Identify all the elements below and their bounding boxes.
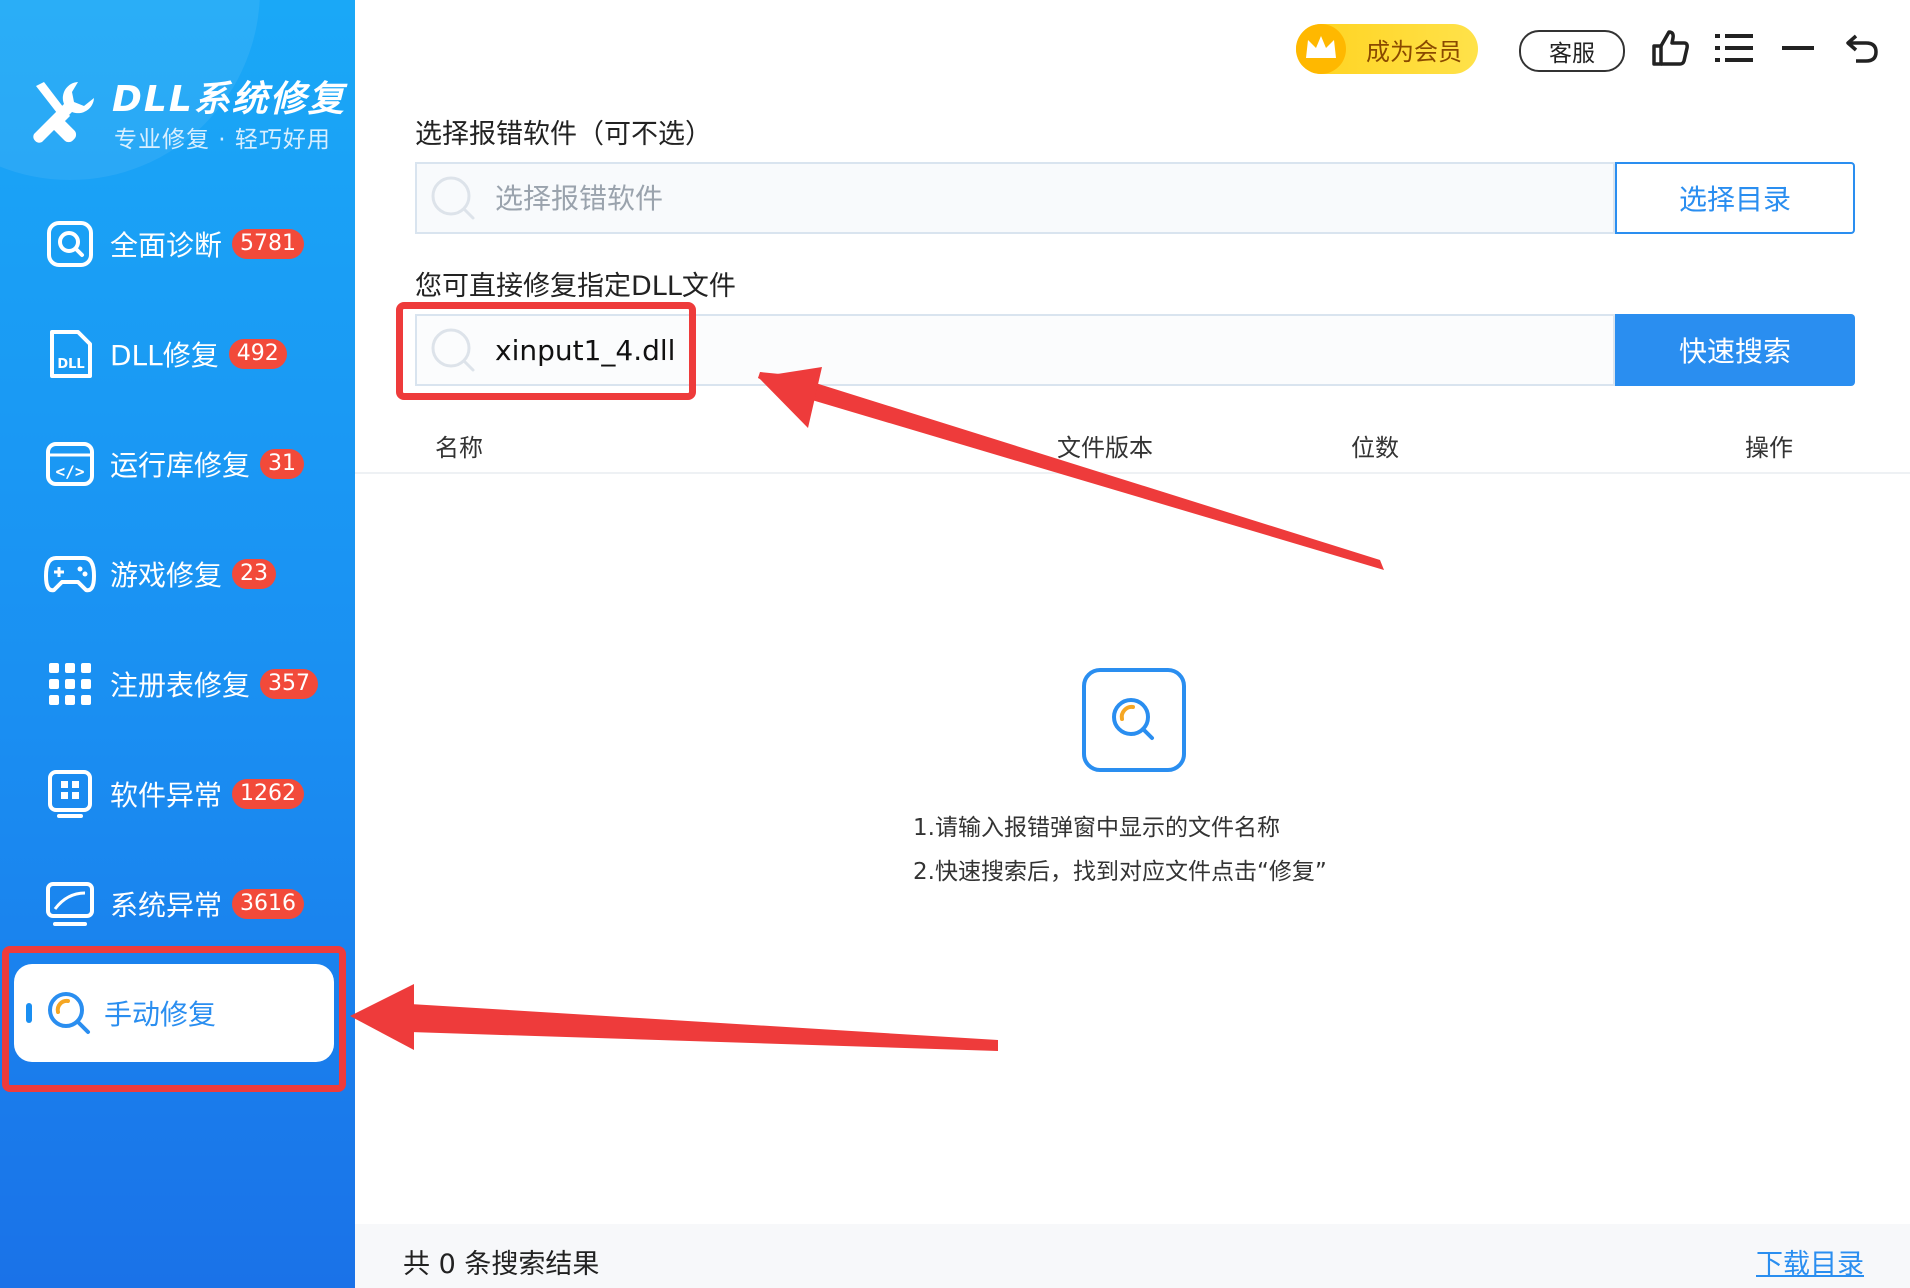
annotation-highlight-sidebar xyxy=(2,946,346,1092)
quick-search-button[interactable]: 快速搜索 xyxy=(1615,314,1855,386)
sidebar-item-full-diagnosis[interactable]: 全面诊断 5781 xyxy=(44,214,344,274)
menu-list-icon[interactable] xyxy=(1712,26,1756,70)
sidebar-item-system-error[interactable]: 系统异常 3616 xyxy=(44,874,344,934)
become-member-label: 成为会员 xyxy=(1366,37,1462,66)
software-input-row: 选择目录 xyxy=(415,162,1855,234)
count-badge: 3616 xyxy=(232,889,305,919)
dll-file-icon: DLL xyxy=(44,328,96,380)
code-window-icon: </> xyxy=(44,438,96,490)
back-icon[interactable] xyxy=(1840,26,1884,70)
tools-logo-icon xyxy=(33,82,94,143)
sidebar-item-label: 注册表修复 xyxy=(110,669,251,702)
count-badge: 5781 xyxy=(232,229,305,259)
hint-line-2: 2.快速搜索后，找到对应文件点击“修复” xyxy=(913,859,1327,885)
empty-search-icon xyxy=(1082,668,1186,772)
count-badge: 23 xyxy=(232,559,277,589)
minimize-icon[interactable] xyxy=(1776,26,1820,70)
monitor-chart-icon xyxy=(44,878,96,930)
annotation-arrow-to-sidebar xyxy=(350,984,998,1051)
hint-line-1: 1.请输入报错弹窗中显示的文件名称 xyxy=(913,815,1280,841)
count-badge: 1262 xyxy=(232,779,305,809)
svg-text:DLL: DLL xyxy=(57,357,84,372)
sidebar-item-label: 软件异常 xyxy=(110,779,223,812)
sidebar-item-registry-repair[interactable]: 注册表修复 357 xyxy=(44,654,344,714)
results-table-header: 名称 文件版本 位数 操作 xyxy=(355,418,1910,474)
sidebar-item-game-repair[interactable]: 游戏修复 23 xyxy=(44,544,344,604)
annotation-highlight-input xyxy=(396,302,696,400)
footer: 共 0 条搜索结果 下载目录 xyxy=(355,1224,1910,1288)
dll-section-label: 您可直接修复指定DLL文件 xyxy=(415,271,736,302)
count-badge: 31 xyxy=(260,449,305,479)
sidebar-item-label: 运行库修复 xyxy=(110,449,251,482)
download-directory-link[interactable]: 下载目录 xyxy=(1756,1242,1864,1281)
search-icon xyxy=(431,176,475,220)
app-subtitle: 专业修复 · 轻巧好用 xyxy=(114,127,331,153)
svg-text:</>: </> xyxy=(56,462,85,481)
app-title: DLL系统修复 xyxy=(112,79,346,120)
grid-icon xyxy=(44,658,96,710)
result-count: 共 0 条搜索结果 xyxy=(403,1249,600,1280)
customer-service-button[interactable]: 客服 xyxy=(1519,30,1625,72)
column-header-name: 名称 xyxy=(435,434,483,462)
software-input-box[interactable] xyxy=(415,162,1615,234)
gamepad-icon xyxy=(44,548,96,600)
column-header-bits: 位数 xyxy=(1351,434,1399,462)
software-section-label: 选择报错软件（可不选） xyxy=(415,119,712,150)
software-input[interactable] xyxy=(493,180,1397,216)
sidebar: DLL系统修复 专业修复 · 轻巧好用 全面诊断 5781 DLL DLL修复 … xyxy=(0,0,355,1288)
column-header-action: 操作 xyxy=(1745,434,1793,462)
sidebar-item-software-error[interactable]: 软件异常 1262 xyxy=(44,764,344,824)
sidebar-item-label: 系统异常 xyxy=(110,889,223,922)
sidebar-item-dll-repair[interactable]: DLL DLL修复 492 xyxy=(44,324,344,384)
column-header-version: 文件版本 xyxy=(1057,434,1153,462)
count-badge: 492 xyxy=(228,339,287,369)
sidebar-item-runtime-repair[interactable]: </> 运行库修复 31 xyxy=(44,434,344,494)
crown-icon xyxy=(1296,24,1346,74)
sidebar-item-label: 全面诊断 xyxy=(110,229,223,262)
search-square-icon xyxy=(44,218,96,270)
count-badge: 357 xyxy=(260,669,319,699)
sidebar-item-label: 游戏修复 xyxy=(110,559,223,592)
thumbs-up-icon[interactable] xyxy=(1648,26,1692,70)
become-member-button[interactable]: 成为会员 xyxy=(1296,24,1478,74)
app-window-icon xyxy=(44,768,96,820)
sidebar-item-label: DLL修复 xyxy=(110,339,219,372)
select-directory-button[interactable]: 选择目录 xyxy=(1615,162,1855,234)
